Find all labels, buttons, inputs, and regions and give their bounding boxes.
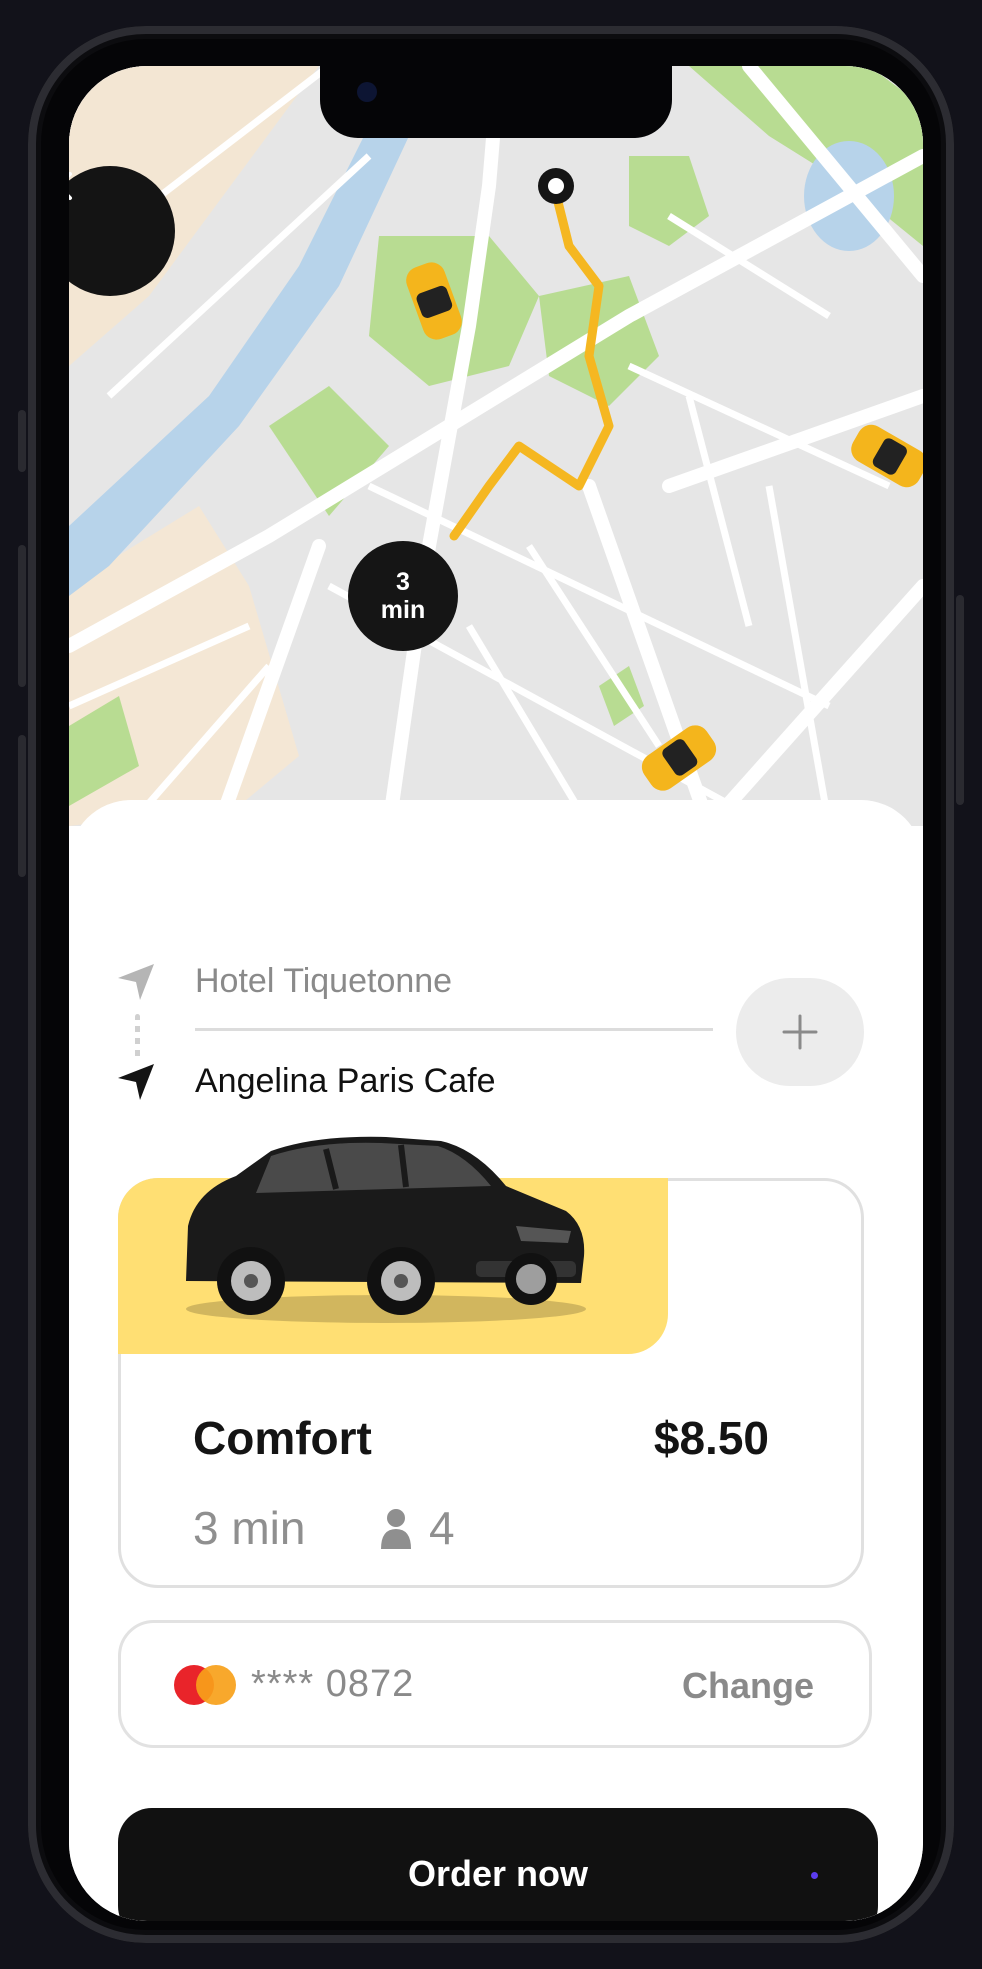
eta-badge: 3 min	[348, 541, 458, 651]
side-button	[18, 410, 26, 472]
route-divider	[195, 1028, 713, 1031]
eta-value: 3	[396, 568, 410, 596]
change-payment-button[interactable]: Change	[682, 1665, 814, 1707]
bottom-sheet: Hotel Tiquetonne Angelina Paris Cafe Com…	[69, 800, 923, 1921]
ride-seats: 4	[379, 1501, 455, 1555]
location-arrow-outline-icon	[118, 964, 154, 1000]
ride-price: $8.50	[653, 1412, 769, 1464]
ride-name: Comfort	[193, 1412, 372, 1464]
notch	[320, 66, 672, 138]
eta-unit: min	[380, 596, 426, 624]
app-screen: 3 min Hotel Tiquetonne Angelina Paris Ca…	[69, 66, 923, 1921]
camera	[357, 82, 377, 102]
location-arrow-icon	[118, 1064, 154, 1100]
add-stop-button[interactable]	[736, 978, 864, 1086]
destination-input[interactable]: Angelina Paris Cafe	[195, 1062, 496, 1101]
route-dots	[135, 1014, 140, 1062]
side-button	[956, 595, 964, 805]
pickup-input[interactable]: Hotel Tiquetonne	[195, 962, 452, 1001]
side-button	[18, 735, 26, 877]
order-now-button[interactable]: Order now	[118, 1808, 878, 1921]
map-view[interactable]: 3 min	[69, 66, 923, 826]
car-image	[186, 1136, 586, 1323]
seat-count: 4	[429, 1502, 455, 1554]
mastercard-icon	[174, 1665, 236, 1705]
card-number: **** 0872	[251, 1663, 415, 1705]
home-indicator-dot	[811, 1872, 818, 1879]
chevron-left-icon	[69, 172, 72, 200]
person-icon	[381, 1509, 411, 1549]
plus-icon	[782, 1014, 818, 1050]
side-button	[18, 545, 26, 687]
ride-eta: 3 min	[193, 1502, 306, 1554]
payment-method[interactable]: **** 0872 Change	[118, 1620, 872, 1748]
map-canvas	[69, 66, 923, 826]
ride-option-card[interactable]: Comfort $8.50 3 min 4	[118, 1136, 864, 1588]
origin-pin-icon	[538, 168, 574, 204]
